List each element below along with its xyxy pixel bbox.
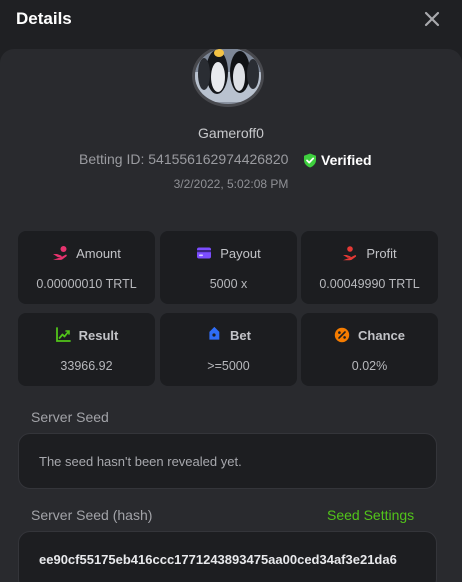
stat-card-payout: Payout 5000 x <box>160 231 297 304</box>
verified-badge: Verified <box>303 151 372 169</box>
server-seed-hash-value: ee90cf55175eb416ccc1771243893475aa00ced3… <box>39 552 397 567</box>
stat-card-result: Result 33966.92 <box>18 313 155 386</box>
seed-settings-link[interactable]: Seed Settings <box>327 507 414 523</box>
stat-value: 0.00049990 TRTL <box>319 277 420 291</box>
hand-coin-icon <box>53 246 67 260</box>
stat-label: Payout <box>220 245 261 261</box>
penguin-avatar <box>192 49 264 107</box>
stat-label: Amount <box>76 245 121 261</box>
betting-id: Betting ID: 541556162974426820 <box>79 151 289 167</box>
stat-value: >=5000 <box>207 359 250 373</box>
stat-label: Profit <box>366 245 397 261</box>
details-header: Details <box>0 0 462 44</box>
server-seed-text: The seed hasn't been revealed yet. <box>39 454 242 469</box>
server-seed-label: Server Seed <box>31 409 109 425</box>
stat-card-amount: Amount 0.00000010 TRTL <box>18 231 155 304</box>
tag-icon <box>209 327 220 340</box>
stat-label: Result <box>78 327 119 343</box>
stat-value: 0.02% <box>351 359 388 373</box>
dialog-title: Details <box>16 9 72 28</box>
close-icon[interactable] <box>423 10 441 28</box>
server-seed-hash-label: Server Seed (hash) <box>31 507 153 523</box>
details-panel: Gameroff0 Betting ID: 541556162974426820… <box>0 49 462 582</box>
stat-label: Chance <box>358 327 405 343</box>
server-seed-hash-field[interactable]: ee90cf55175eb416ccc1771243893475aa00ced3… <box>18 531 437 582</box>
stat-card-bet: Bet >=5000 <box>160 313 297 386</box>
stat-label: Bet <box>230 327 251 343</box>
wallet-card-icon <box>197 247 212 259</box>
username: Gameroff0 <box>198 125 264 141</box>
percent-icon <box>334 327 350 343</box>
hand-up-icon <box>343 246 357 261</box>
verified-label: Verified <box>321 152 372 168</box>
chart-trend-icon <box>55 327 71 342</box>
stat-card-profit: Profit 0.00049990 TRTL <box>301 231 438 304</box>
stat-card-chance: Chance 0.02% <box>301 313 438 386</box>
bet-timestamp: 3/2/2022, 5:02:08 PM <box>173 177 289 191</box>
stat-value: 33966.92 <box>60 359 113 373</box>
stat-value: 0.00000010 TRTL <box>36 277 137 291</box>
stat-value: 5000 x <box>209 277 248 291</box>
shield-check-icon <box>304 153 316 167</box>
server-seed-field[interactable]: The seed hasn't been revealed yet. <box>18 433 437 489</box>
